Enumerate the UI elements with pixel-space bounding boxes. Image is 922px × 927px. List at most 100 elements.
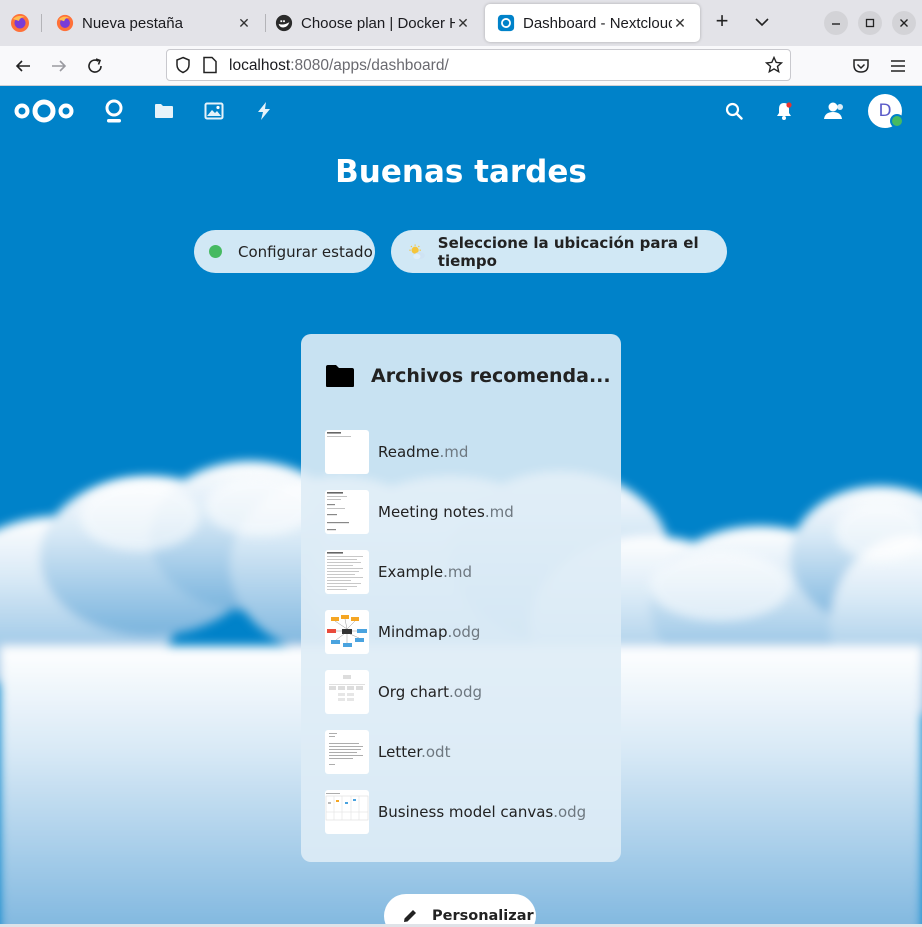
close-window-button[interactable] [892, 11, 916, 35]
page-icon[interactable] [202, 56, 218, 74]
set-status-button[interactable]: Configurar estado [194, 230, 375, 273]
new-tab-button[interactable]: + [708, 8, 736, 36]
file-thumbnail [325, 790, 369, 834]
firefox-menu-button[interactable] [0, 4, 40, 42]
pocket-icon [853, 59, 869, 73]
maximize-icon [865, 18, 875, 28]
bookmark-star-icon[interactable] [765, 56, 783, 74]
close-icon [900, 19, 908, 27]
file-basename: Meeting notes [378, 503, 485, 521]
close-tab-icon[interactable]: ✕ [672, 15, 688, 32]
list-all-tabs-button[interactable] [748, 8, 776, 36]
file-name: Example.md [378, 563, 472, 581]
set-status-label: Configurar estado [238, 242, 373, 261]
file-item-org-chart[interactable]: Org chart.odg [325, 669, 600, 715]
minimize-window-button[interactable] [824, 11, 848, 35]
app-files[interactable] [148, 95, 180, 127]
tab-title: Nueva pestaña [82, 14, 183, 32]
page-title: Buenas tardes [335, 154, 587, 190]
photos-icon [204, 102, 224, 120]
widget-title: Archivos recomenda... [371, 365, 611, 387]
notifications-button[interactable] [768, 95, 800, 127]
unified-search-button[interactable] [718, 95, 750, 127]
reload-icon [88, 58, 102, 73]
online-status-indicator [890, 114, 904, 128]
file-extension: .odt [421, 743, 451, 761]
app-dashboard[interactable] [98, 95, 130, 127]
arrow-right-icon [52, 60, 67, 72]
document-preview-icon [327, 552, 363, 590]
file-extension: .md [484, 503, 514, 521]
recommended-files-widget: Archivos recomenda... Readme.md Meeting … [301, 334, 621, 862]
folder-icon [326, 365, 354, 387]
file-thumbnail [325, 730, 369, 774]
url-bar[interactable]: localhost:8080/apps/dashboard/ [166, 49, 791, 81]
nextcloud-icon [497, 14, 515, 32]
nextcloud-dashboard-page: D Buenas tardes Configurar estado Selecc… [0, 86, 922, 924]
reload-button[interactable] [81, 52, 109, 80]
close-tab-icon[interactable]: ✕ [236, 15, 252, 32]
dashboard-icon [105, 99, 123, 123]
url-host: localhost [229, 57, 291, 74]
document-preview-icon [327, 432, 351, 437]
file-basename: Letter [378, 743, 422, 761]
tab-nueva-pestana[interactable]: Nueva pestaña ✕ [44, 4, 264, 42]
close-tab-icon[interactable]: ✕ [455, 15, 471, 32]
file-thumbnail [325, 430, 369, 474]
maximize-window-button[interactable] [858, 11, 882, 35]
browser-tab-bar: Nueva pestaña ✕ Choose plan | Docker Hub… [0, 0, 922, 46]
file-name: Letter.odt [378, 743, 450, 761]
file-thumbnail [325, 550, 369, 594]
file-thumbnail [325, 490, 369, 534]
file-thumbnail [325, 610, 369, 654]
search-icon [725, 102, 743, 120]
docker-icon [275, 14, 293, 32]
file-extension: .odg [553, 803, 587, 821]
file-thumbnail [325, 670, 369, 714]
file-item-readme[interactable]: Readme.md [325, 429, 600, 475]
file-name: Business model canvas.odg [378, 803, 586, 821]
forward-button[interactable] [45, 52, 73, 80]
firefox-icon [56, 14, 74, 32]
nextcloud-logo-icon [14, 99, 74, 123]
chevron-down-icon [755, 18, 769, 27]
file-basename: Mindmap [378, 623, 448, 641]
mindmap-preview-icon [327, 615, 367, 647]
widget-header: Archivos recomenda... [325, 364, 611, 388]
weather-location-label: Seleccione la ubicación para el tiempo [437, 233, 699, 270]
app-menu-button[interactable] [884, 52, 912, 80]
tab-dashboard-nextcloud[interactable]: Dashboard - Nextcloud ✕ [485, 4, 700, 42]
file-name: Org chart.odg [378, 683, 482, 701]
canvas-preview-icon [325, 793, 369, 821]
nextcloud-header: D [0, 86, 922, 136]
back-button[interactable] [9, 52, 37, 80]
nextcloud-logo[interactable] [12, 95, 76, 127]
file-item-business-model-canvas[interactable]: Business model canvas.odg [325, 789, 600, 835]
app-activity[interactable] [248, 95, 280, 127]
customize-button[interactable]: Personalizar [384, 894, 536, 924]
weather-location-button[interactable]: Seleccione la ubicación para el tiempo [391, 230, 727, 273]
file-item-mindmap[interactable]: Mindmap.odg [325, 609, 600, 655]
file-item-meeting-notes[interactable]: Meeting notes.md [325, 489, 600, 535]
contacts-menu-button[interactable] [818, 95, 850, 127]
file-extension: .odg [447, 623, 481, 641]
file-extension: .md [439, 443, 469, 461]
shield-icon[interactable] [174, 56, 192, 74]
contacts-icon [824, 102, 843, 119]
file-item-letter[interactable]: Letter.odt [325, 729, 600, 775]
file-name: Mindmap.odg [378, 623, 480, 641]
orgchart-preview-icon [329, 675, 365, 701]
file-item-example[interactable]: Example.md [325, 549, 600, 595]
file-extension: .odg [449, 683, 482, 701]
hamburger-menu-icon [891, 60, 905, 72]
pocket-button[interactable] [847, 52, 875, 80]
arrow-left-icon [15, 60, 30, 72]
browser-navigation-bar: localhost:8080/apps/dashboard/ [0, 46, 922, 86]
files-icon [155, 104, 173, 118]
file-basename: Org chart [378, 683, 449, 701]
file-name: Meeting notes.md [378, 503, 514, 521]
tab-docker-hub[interactable]: Choose plan | Docker Hub ✕ [263, 4, 483, 42]
url-path: :8080/apps/dashboard/ [290, 57, 449, 74]
tab-title: Dashboard - Nextcloud [523, 14, 672, 32]
app-photos[interactable] [198, 95, 230, 127]
